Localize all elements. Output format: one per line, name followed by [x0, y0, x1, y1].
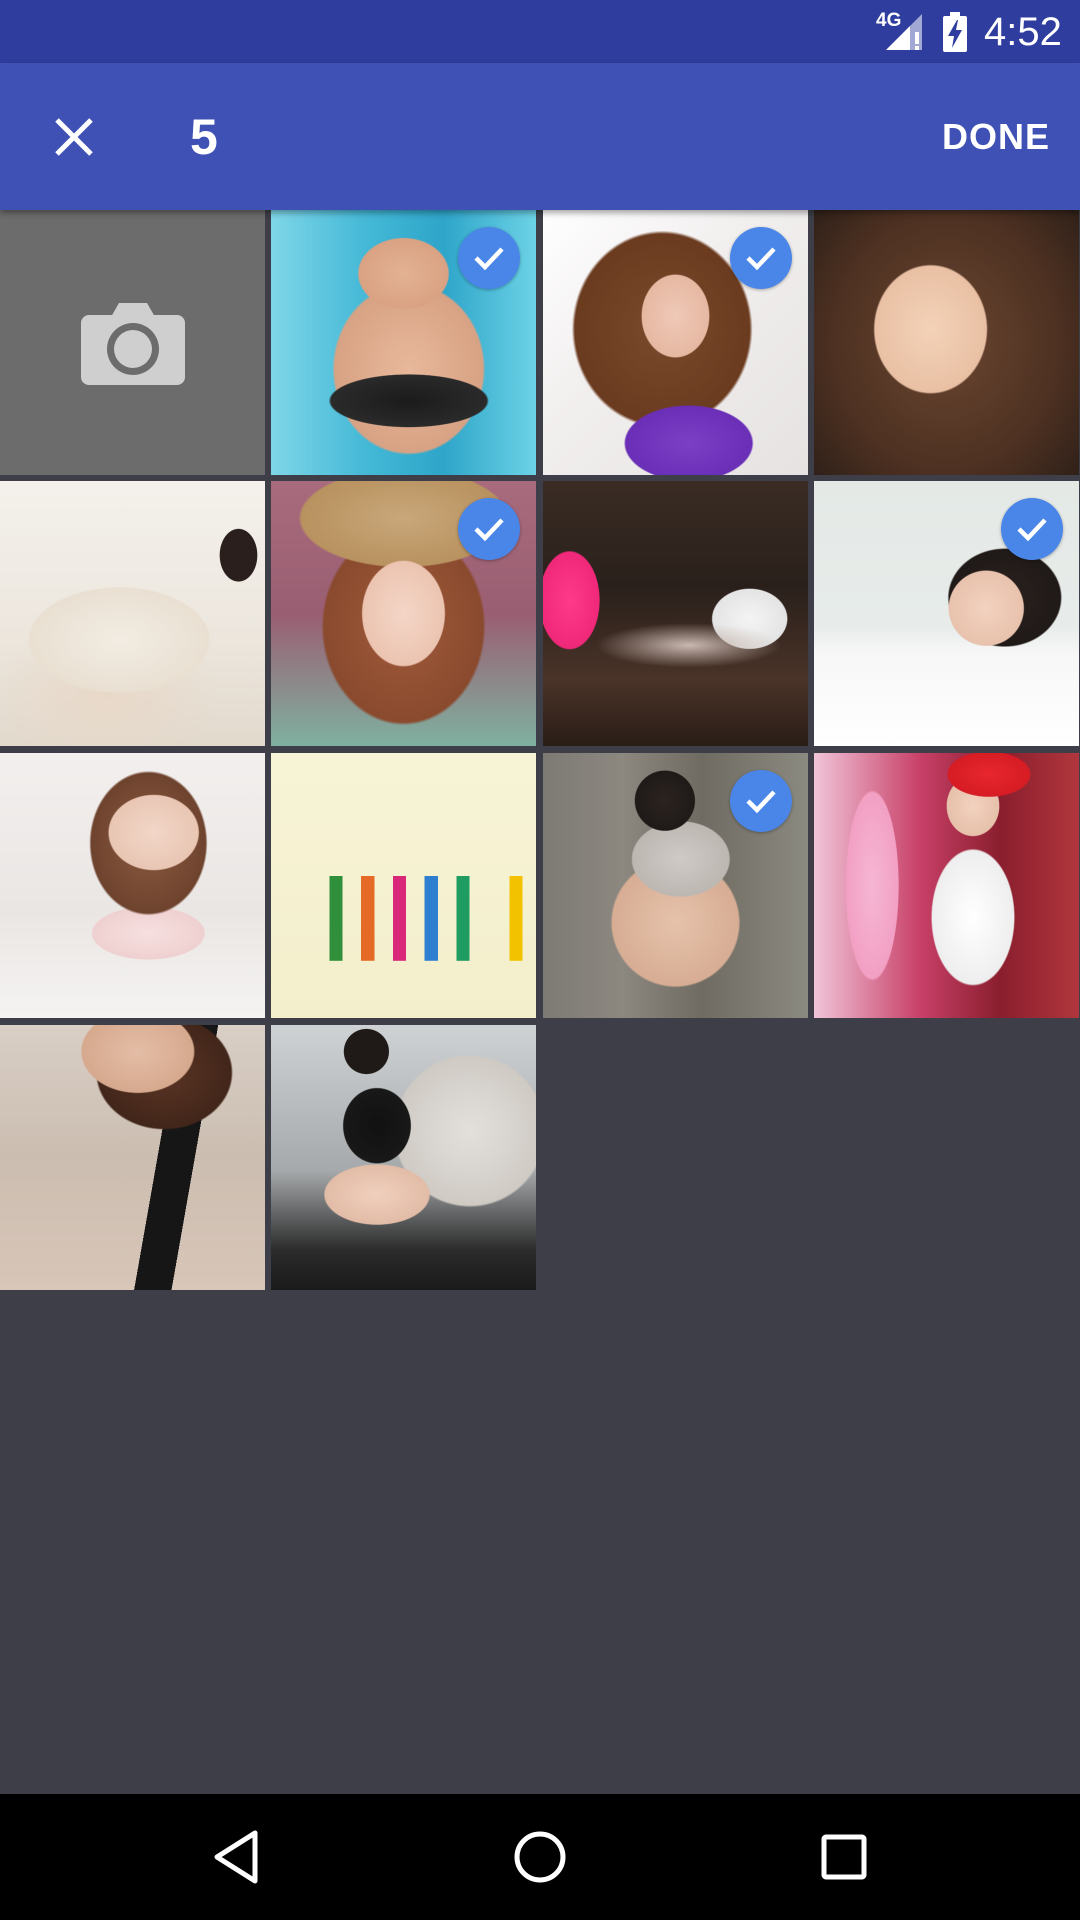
selected-badge [458, 498, 520, 560]
photo-tile[interactable] [271, 1025, 536, 1290]
status-bar: 4G 4:52 [0, 0, 1080, 63]
photo-tile[interactable] [271, 481, 536, 746]
photo-thumbnail [0, 753, 265, 1018]
photo-thumbnail [814, 210, 1079, 475]
check-icon [474, 247, 504, 271]
selected-badge [730, 770, 792, 832]
photo-tile[interactable] [271, 210, 536, 475]
photo-tile[interactable] [814, 210, 1079, 475]
selected-badge [458, 227, 520, 289]
home-button[interactable] [503, 1820, 577, 1894]
photo-thumbnail [271, 1025, 536, 1290]
photo-thumbnail [543, 481, 808, 746]
clock: 4:52 [984, 10, 1062, 54]
photo-tile[interactable] [543, 481, 808, 746]
selected-badge [730, 227, 792, 289]
navigation-bar [0, 1794, 1080, 1920]
photo-tile[interactable] [814, 753, 1079, 1018]
selected-badge [1001, 498, 1063, 560]
recents-icon [821, 1834, 867, 1880]
photo-tile[interactable] [0, 1025, 265, 1290]
photo-thumbnail [814, 753, 1079, 1018]
home-icon [514, 1831, 566, 1883]
selected-count: 5 [190, 109, 218, 165]
photo-tile[interactable] [814, 481, 1079, 746]
battery-charging-icon [943, 12, 967, 52]
check-icon [474, 518, 504, 542]
check-icon [746, 247, 776, 271]
camera-icon [80, 302, 185, 385]
photo-tile[interactable] [543, 210, 808, 475]
back-button[interactable] [199, 1820, 273, 1894]
back-icon [214, 1830, 258, 1884]
check-icon [1017, 518, 1047, 542]
check-icon [746, 790, 776, 814]
photo-tile[interactable] [271, 753, 536, 1018]
network-type-label: 4G [876, 10, 902, 31]
photo-tile[interactable] [543, 753, 808, 1018]
close-icon [55, 118, 93, 156]
photo-thumbnail [0, 1025, 265, 1290]
close-button[interactable] [38, 101, 110, 173]
camera-tile[interactable] [0, 210, 265, 475]
photo-thumbnail [271, 753, 536, 1018]
photo-tile[interactable] [0, 481, 265, 746]
photo-thumbnail [0, 481, 265, 746]
done-button[interactable]: DONE [942, 107, 1050, 167]
photo-grid [0, 210, 1080, 1294]
photo-tile[interactable] [0, 753, 265, 1018]
recents-button[interactable] [807, 1820, 881, 1894]
app-bar: 5 DONE [0, 63, 1080, 210]
